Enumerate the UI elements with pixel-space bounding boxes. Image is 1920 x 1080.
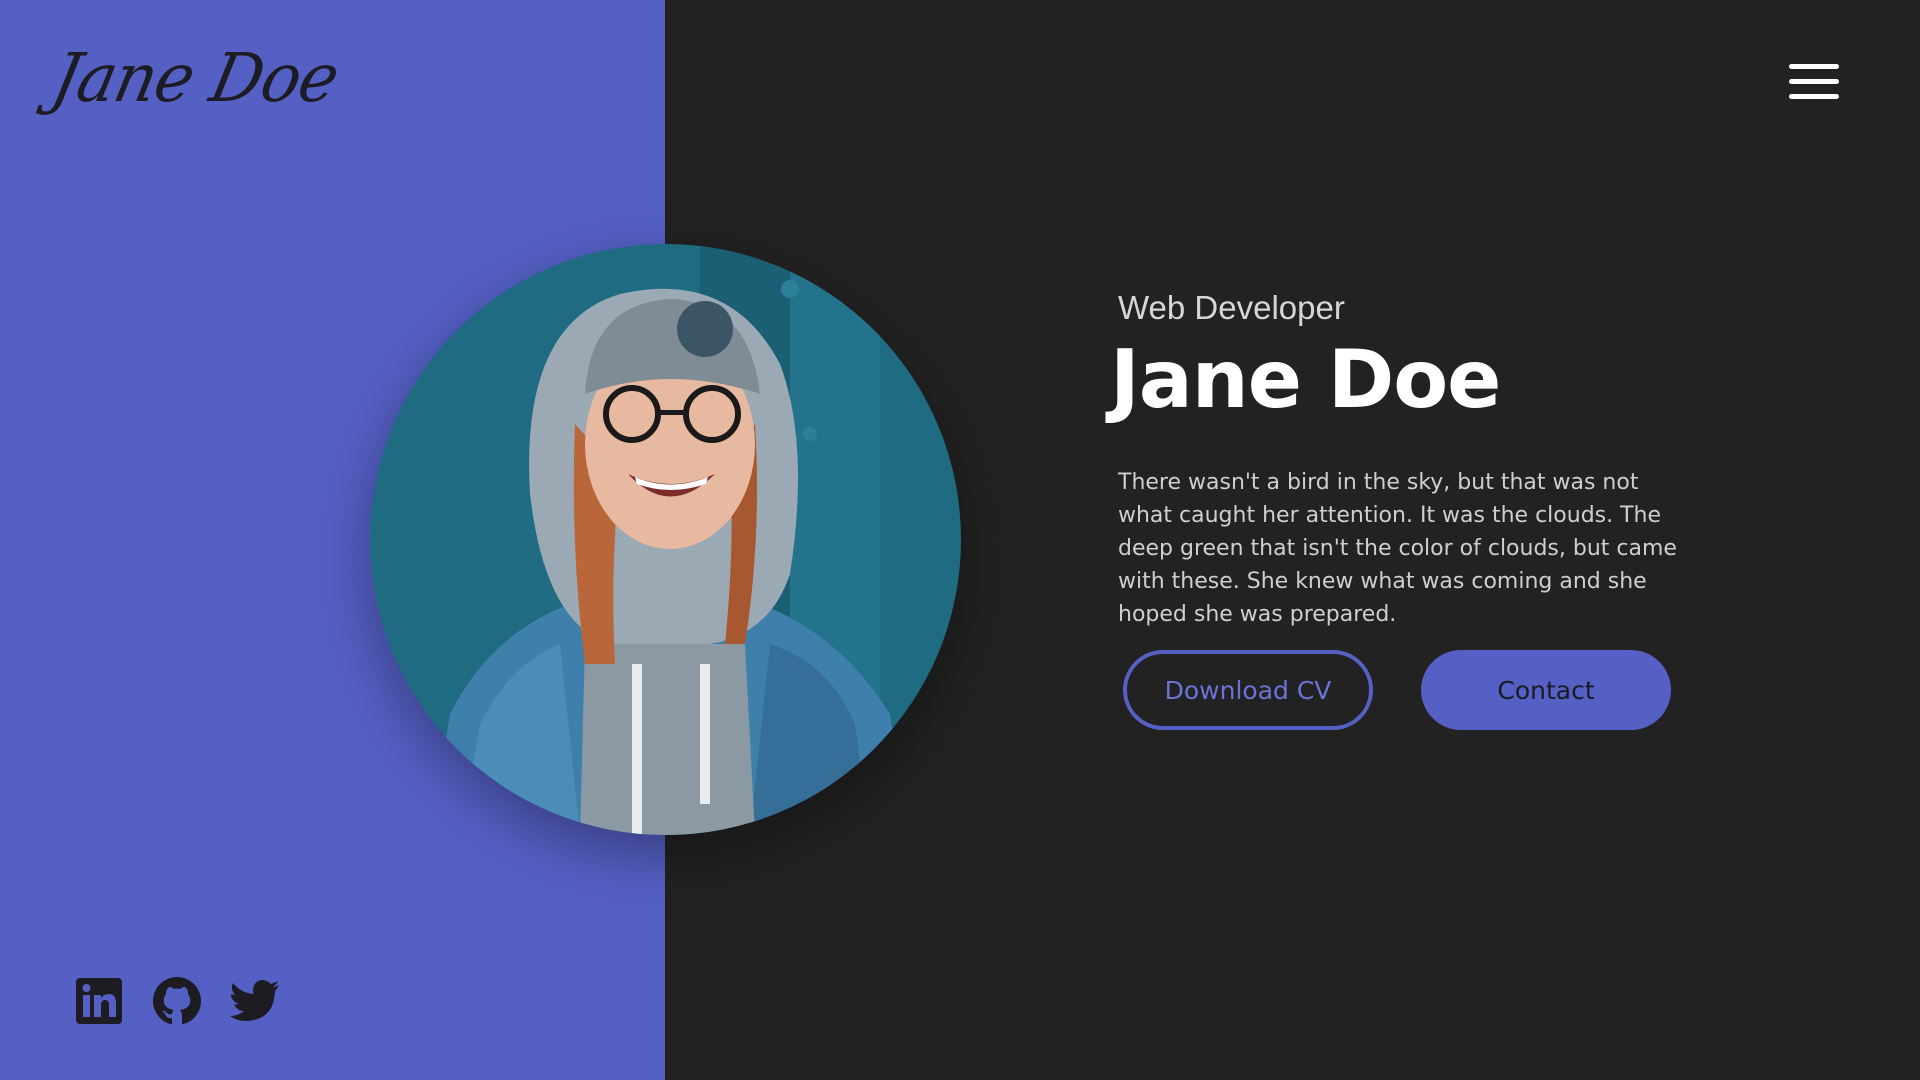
hero-name: Jane Doe — [1110, 333, 1501, 426]
download-cv-button[interactable]: Download CV — [1123, 650, 1373, 730]
menu-button[interactable] — [1786, 58, 1842, 108]
social-links — [74, 976, 280, 1026]
github-icon[interactable] — [152, 976, 202, 1026]
contact-button[interactable]: Contact — [1421, 650, 1671, 730]
portfolio-page: Jane Doe Web Developer Jane Doe There wa… — [0, 0, 1920, 1080]
logo[interactable]: Jane Doe — [45, 40, 344, 118]
bio-text: There wasn't a bird in the sky, but that… — [1118, 470, 1677, 627]
twitter-icon[interactable] — [230, 976, 280, 1026]
job-title: Web Developer — [1118, 289, 1345, 326]
hero-section: Web Developer Jane Doe There wasn't a bi… — [1110, 286, 1690, 631]
cta-buttons: Download CV Contact — [1123, 650, 1671, 730]
linkedin-icon[interactable] — [74, 976, 124, 1026]
profile-photo — [370, 244, 961, 835]
